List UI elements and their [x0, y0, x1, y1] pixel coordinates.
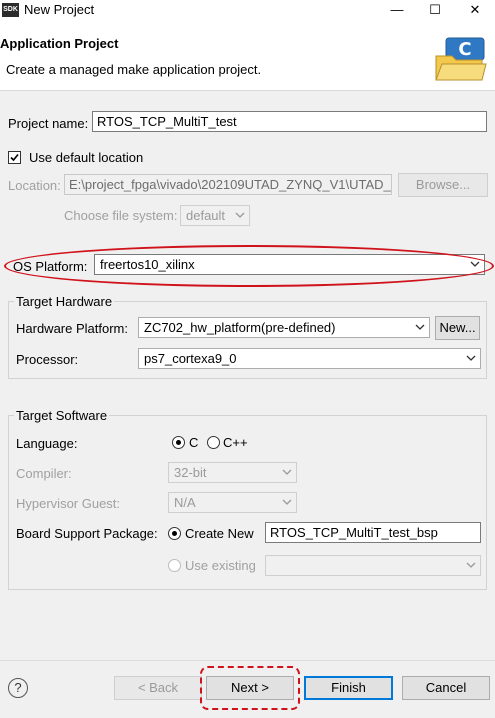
checkmark-icon [10, 153, 19, 162]
processor-label: Processor: [16, 352, 79, 367]
location-input[interactable]: E:\project_fpga\vivado\202109UTAD_ZYNQ_V… [64, 174, 392, 195]
file-system-select[interactable]: default [180, 205, 250, 226]
location-label: Location: [8, 178, 61, 193]
hardware-platform-label: Hardware Platform: [16, 321, 128, 336]
chevron-down-icon [235, 212, 245, 218]
close-icon: ✕ [469, 2, 481, 17]
compiler-select[interactable]: 32-bit [168, 462, 297, 483]
minimize-icon: — [390, 2, 404, 17]
c-project-folder-icon: C [435, 37, 487, 81]
compiler-label: Compiler: [16, 466, 72, 481]
language-c-radio[interactable] [172, 436, 185, 449]
hypervisor-guest-select[interactable]: N/A [168, 492, 297, 513]
title-bar: SDK New Project — ☐ ✕ [0, 0, 495, 22]
chevron-down-icon [415, 324, 425, 330]
compiler-value: 32-bit [174, 465, 207, 480]
hypervisor-guest-value: N/A [174, 495, 196, 510]
target-hardware-title: Target Hardware [14, 294, 115, 309]
maximize-icon: ☐ [429, 2, 441, 17]
chevron-down-icon [470, 261, 480, 267]
processor-value: ps7_cortexa9_0 [144, 351, 237, 366]
back-button[interactable]: < Back [114, 676, 202, 700]
page-description: Create a managed make application projec… [6, 62, 262, 77]
hypervisor-guest-label: Hypervisor Guest: [16, 496, 121, 511]
target-software-title: Target Software [14, 408, 110, 423]
language-c-label: C [189, 435, 199, 450]
bsp-label: Board Support Package: [16, 526, 158, 541]
finish-button[interactable]: Finish [304, 676, 393, 700]
bsp-name-input[interactable]: RTOS_TCP_MultiT_test_bsp [265, 522, 481, 543]
next-button[interactable]: Next > [206, 676, 294, 700]
use-default-location-label: Use default location [29, 150, 144, 165]
close-button[interactable]: ✕ [458, 0, 492, 20]
processor-select[interactable]: ps7_cortexa9_0 [138, 348, 481, 369]
bsp-use-existing-label: Use existing [185, 558, 256, 573]
language-label: Language: [16, 436, 78, 451]
bsp-create-new-radio[interactable] [168, 527, 181, 540]
bsp-use-existing-radio[interactable] [168, 559, 181, 572]
bsp-create-new-label: Create New [185, 526, 254, 541]
hardware-platform-select[interactable]: ZC702_hw_platform(pre-defined) [138, 317, 430, 338]
svg-text:C: C [458, 39, 471, 60]
minimize-button[interactable]: — [380, 0, 414, 20]
chevron-down-icon [282, 469, 292, 475]
new-hardware-platform-button[interactable]: New... [435, 316, 480, 340]
project-name-label: Project name: [8, 116, 89, 131]
hardware-platform-value: ZC702_hw_platform(pre-defined) [144, 320, 336, 335]
language-cpp-label: C++ [223, 435, 248, 450]
language-cpp-radio[interactable] [207, 436, 220, 449]
page-title: Application Project [0, 36, 119, 51]
help-icon[interactable]: ? [8, 678, 28, 698]
browse-button[interactable]: Browse... [398, 173, 488, 197]
cancel-button[interactable]: Cancel [402, 676, 490, 700]
sdk-app-icon: SDK [2, 3, 19, 17]
os-platform-select[interactable]: freertos10_xilinx [94, 254, 485, 275]
window-title: New Project [24, 2, 95, 17]
footer-divider [0, 660, 495, 661]
wizard-header: Application Project Create a managed mak… [0, 22, 495, 91]
chevron-down-icon [466, 355, 476, 361]
chevron-down-icon [466, 562, 476, 568]
os-platform-value: freertos10_xilinx [100, 257, 195, 272]
file-system-label: Choose file system: [64, 208, 178, 223]
os-platform-label: OS Platform: [13, 259, 88, 274]
file-system-value: default [186, 208, 226, 223]
use-default-location-checkbox[interactable] [8, 151, 21, 164]
bsp-existing-select[interactable] [265, 555, 481, 576]
project-name-input[interactable]: RTOS_TCP_MultiT_test [92, 111, 487, 132]
maximize-button[interactable]: ☐ [418, 0, 452, 20]
chevron-down-icon [282, 499, 292, 505]
